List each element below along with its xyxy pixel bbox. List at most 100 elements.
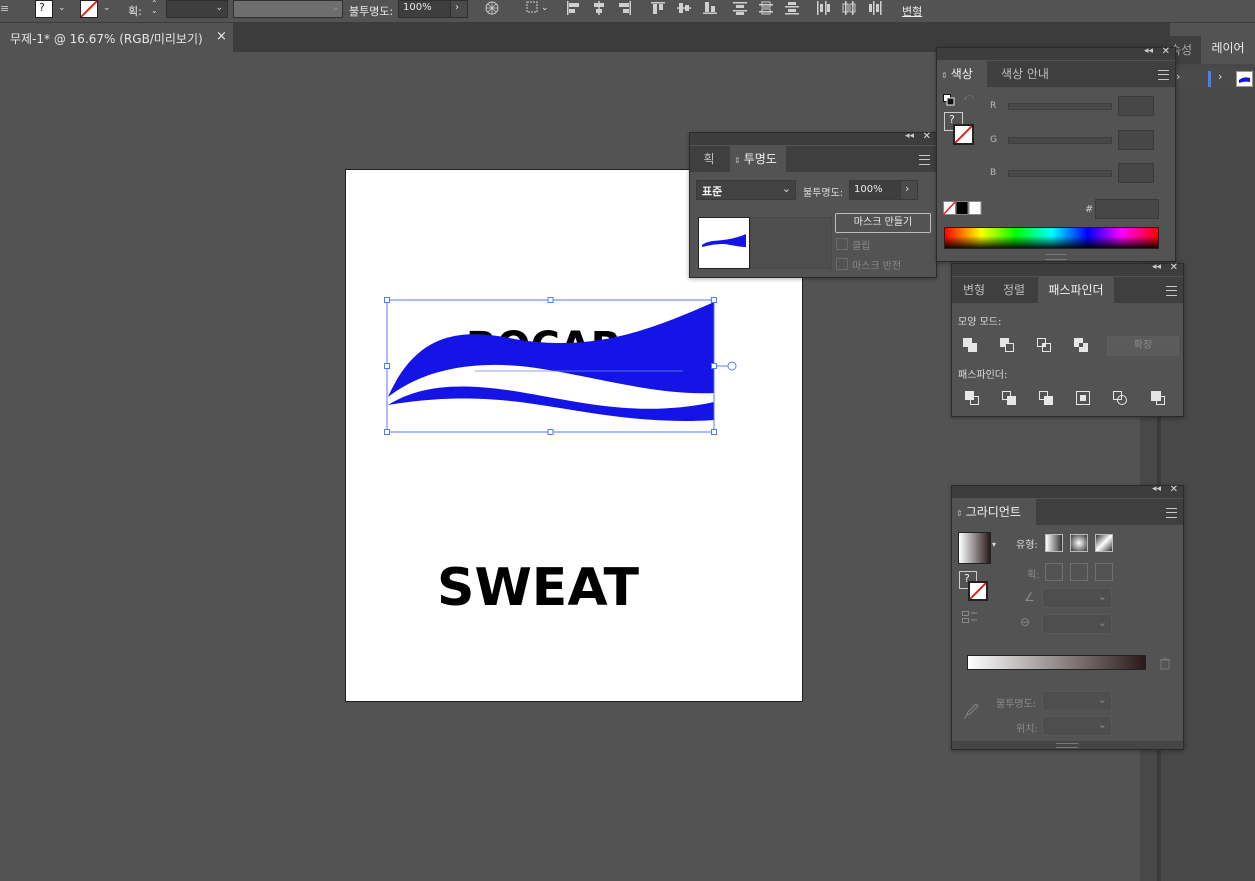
gradient-opacity-dropdown[interactable]: ⌄ xyxy=(1042,691,1112,711)
invert-mask-checkbox[interactable] xyxy=(836,258,848,270)
reverse-gradient-icon[interactable] xyxy=(962,609,978,625)
tab-transform[interactable]: 변형 xyxy=(956,277,992,303)
stroke-weight-stepper[interactable]: ⌃ ⌄ xyxy=(151,0,158,15)
close-icon[interactable]: ✕ xyxy=(1170,262,1178,273)
eyedropper-icon[interactable] xyxy=(963,702,979,720)
g-slider[interactable] xyxy=(1008,137,1112,144)
outline-icon[interactable] xyxy=(1112,390,1128,406)
minus-back-icon[interactable] xyxy=(1150,390,1166,406)
freeform-gradient-button[interactable] xyxy=(1095,534,1113,552)
stroke-weight-dropdown[interactable]: ⌄ xyxy=(166,0,228,18)
panel-menu-icon[interactable] xyxy=(1158,70,1169,80)
trash-icon[interactable] xyxy=(1159,657,1171,670)
stroke-swatch[interactable] xyxy=(80,0,98,18)
distribute-top-icon[interactable] xyxy=(733,1,747,15)
close-icon[interactable]: ✕ xyxy=(923,131,931,142)
gradient-preview-swatch[interactable] xyxy=(958,532,991,564)
distribute-horizontal-center-icon[interactable] xyxy=(842,1,856,15)
select-similar-chevron-icon[interactable]: ⌄ xyxy=(541,3,549,13)
r-slider[interactable] xyxy=(1008,103,1112,110)
wave-bottom-shape[interactable] xyxy=(388,386,714,421)
mask-thumbnail[interactable] xyxy=(698,217,750,269)
expand-layer-chevron-icon[interactable]: › xyxy=(1176,70,1180,83)
exclude-icon[interactable] xyxy=(1073,337,1089,353)
opacity-flyout-button[interactable]: › xyxy=(450,0,468,18)
collapse-icon[interactable]: ◂◂ xyxy=(905,131,914,141)
panel-resize-grip[interactable] xyxy=(1045,254,1067,260)
tab-color-guide[interactable]: 색상 안내 xyxy=(989,61,1061,87)
merge-icon[interactable] xyxy=(1038,390,1054,406)
blend-mode-dropdown[interactable]: 표준 ⌄ xyxy=(696,180,796,200)
tab-layers[interactable]: 레이어 xyxy=(1201,36,1255,64)
panel-menu-icon[interactable] xyxy=(1166,286,1177,296)
panel-titlebar[interactable]: ◂◂ ✕ xyxy=(952,262,1183,276)
variable-width-dropdown[interactable]: ⌄ xyxy=(233,0,343,18)
divide-icon[interactable] xyxy=(964,390,980,406)
distribute-vertical-center-icon[interactable] xyxy=(759,1,773,15)
distribute-left-icon[interactable] xyxy=(816,1,830,15)
angle-dropdown[interactable]: ⌄ xyxy=(1042,588,1112,608)
layer-row[interactable]: › › xyxy=(1170,69,1255,89)
panel-menu-icon[interactable] xyxy=(1166,508,1177,518)
opacity-input[interactable]: 100% xyxy=(849,180,901,200)
distribute-bottom-icon[interactable] xyxy=(785,1,799,15)
stroke-along-button[interactable] xyxy=(1070,563,1088,581)
distribute-right-icon[interactable] xyxy=(868,1,882,15)
opacity-input[interactable]: 100% xyxy=(398,0,452,18)
color-spectrum[interactable] xyxy=(944,227,1159,249)
expand-sublayer-chevron-icon[interactable]: › xyxy=(1218,70,1222,83)
stroke-within-button[interactable] xyxy=(1045,563,1063,581)
wave-top-shape[interactable] xyxy=(388,302,714,397)
clip-checkbox[interactable] xyxy=(836,238,848,250)
transform-link[interactable]: 변형 xyxy=(902,3,922,19)
close-icon[interactable]: ✕ xyxy=(1170,484,1178,495)
collapse-icon[interactable]: ◂◂ xyxy=(1152,262,1161,272)
gradient-preset-chevron-icon[interactable]: ▾ xyxy=(992,540,996,549)
gradient-location-dropdown[interactable]: ⌄ xyxy=(1042,716,1112,736)
radial-gradient-button[interactable] xyxy=(1070,534,1088,552)
close-icon[interactable]: × xyxy=(216,29,227,44)
tab-color[interactable]: ⇕ 색상 xyxy=(937,61,987,87)
stroke-none-swatch[interactable] xyxy=(953,124,974,145)
align-horizontal-center-icon[interactable] xyxy=(592,1,606,15)
crop-icon[interactable] xyxy=(1075,390,1091,406)
panel-titlebar[interactable]: ◂◂ ✕ xyxy=(952,484,1183,498)
g-input[interactable] xyxy=(1118,130,1154,150)
trim-icon[interactable] xyxy=(1001,390,1017,406)
default-fill-stroke-icon[interactable] xyxy=(943,94,955,106)
panel-titlebar[interactable]: ◂◂ ✕ xyxy=(937,46,1175,60)
close-icon[interactable]: ✕ xyxy=(1162,46,1170,57)
unite-icon[interactable] xyxy=(962,337,978,353)
stroke-none-swatch[interactable] xyxy=(968,581,988,601)
b-input[interactable] xyxy=(1118,163,1154,183)
subline-text[interactable]: SWEAT xyxy=(437,558,640,618)
make-mask-button[interactable]: 마스크 만들기 xyxy=(835,213,931,233)
intersect-icon[interactable] xyxy=(1036,337,1052,353)
expand-button[interactable]: 확장 xyxy=(1107,336,1179,356)
quick-swatches[interactable] xyxy=(943,201,983,215)
align-vertical-center-icon[interactable] xyxy=(677,1,691,15)
tab-align[interactable]: 정렬 xyxy=(996,277,1032,303)
fill-swatch[interactable]: ? xyxy=(35,0,53,18)
rotate-handle[interactable] xyxy=(727,361,737,371)
gradient-slider[interactable] xyxy=(967,655,1146,670)
swap-fill-stroke-icon[interactable]: ⤺ xyxy=(963,92,974,103)
stroke-across-button[interactable] xyxy=(1095,563,1113,581)
stroke-dropdown-chevron-icon[interactable]: ⌄ xyxy=(103,3,111,13)
document-tab[interactable]: 무제-1* @ 16.67% (RGB/미리보기) × xyxy=(0,23,233,52)
b-slider[interactable] xyxy=(1008,170,1112,177)
tab-pathfinder[interactable]: 패스파인더 xyxy=(1038,277,1114,303)
panel-resize-grip[interactable] xyxy=(1056,743,1078,748)
tab-transparency[interactable]: ⇕ 투명도 xyxy=(730,146,786,172)
fill-dropdown-chevron-icon[interactable]: ⌄ xyxy=(58,3,66,13)
opacity-flyout-button[interactable]: › xyxy=(900,180,918,200)
tab-gradient[interactable]: ⇕ 그라디언트 xyxy=(952,499,1036,525)
collapse-icon[interactable]: ◂◂ xyxy=(1152,484,1161,494)
r-input[interactable] xyxy=(1118,96,1154,116)
select-similar-icon[interactable] xyxy=(526,1,540,15)
recolor-artwork-icon[interactable] xyxy=(485,1,499,15)
align-right-icon[interactable] xyxy=(618,1,632,15)
linear-gradient-button[interactable] xyxy=(1045,534,1063,552)
hex-input[interactable] xyxy=(1095,199,1159,219)
tab-stroke[interactable]: 획 xyxy=(690,146,728,172)
